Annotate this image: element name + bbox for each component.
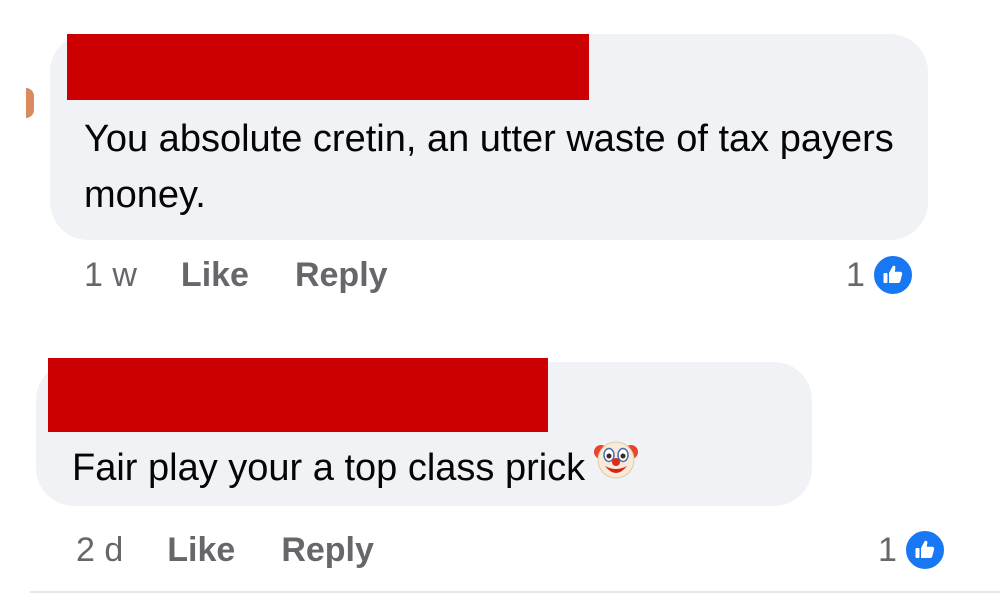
clown-face-icon — [593, 435, 639, 497]
comment-text-row: Fair play your a top class prick — [72, 440, 792, 497]
like-button[interactable]: Like — [167, 531, 235, 570]
like-count: 1 — [846, 255, 865, 294]
like-button[interactable]: Like — [181, 256, 249, 295]
like-count: 1 — [878, 530, 897, 569]
divider — [30, 591, 1000, 593]
comment-timestamp[interactable]: 2 d — [76, 531, 123, 570]
reply-button[interactable]: Reply — [281, 531, 374, 570]
comment-timestamp[interactable]: 1 w — [84, 256, 137, 295]
comment-text: You absolute cretin, an utter waste of t… — [84, 118, 894, 216]
reaction-summary[interactable]: 1 — [846, 250, 915, 300]
comment-text: Fair play your a top class prick — [72, 447, 586, 489]
reaction-summary[interactable]: 1 — [878, 525, 947, 575]
reply-button[interactable]: Reply — [295, 256, 388, 295]
avatar[interactable] — [26, 88, 34, 118]
comment-actions: 1 w Like Reply — [84, 250, 434, 300]
thumbs-up-icon — [870, 253, 915, 297]
comment-actions: 2 d Like Reply — [76, 525, 420, 575]
author-name-redaction — [67, 34, 589, 100]
thumbs-up-icon — [902, 528, 947, 572]
author-name-redaction — [48, 358, 548, 432]
